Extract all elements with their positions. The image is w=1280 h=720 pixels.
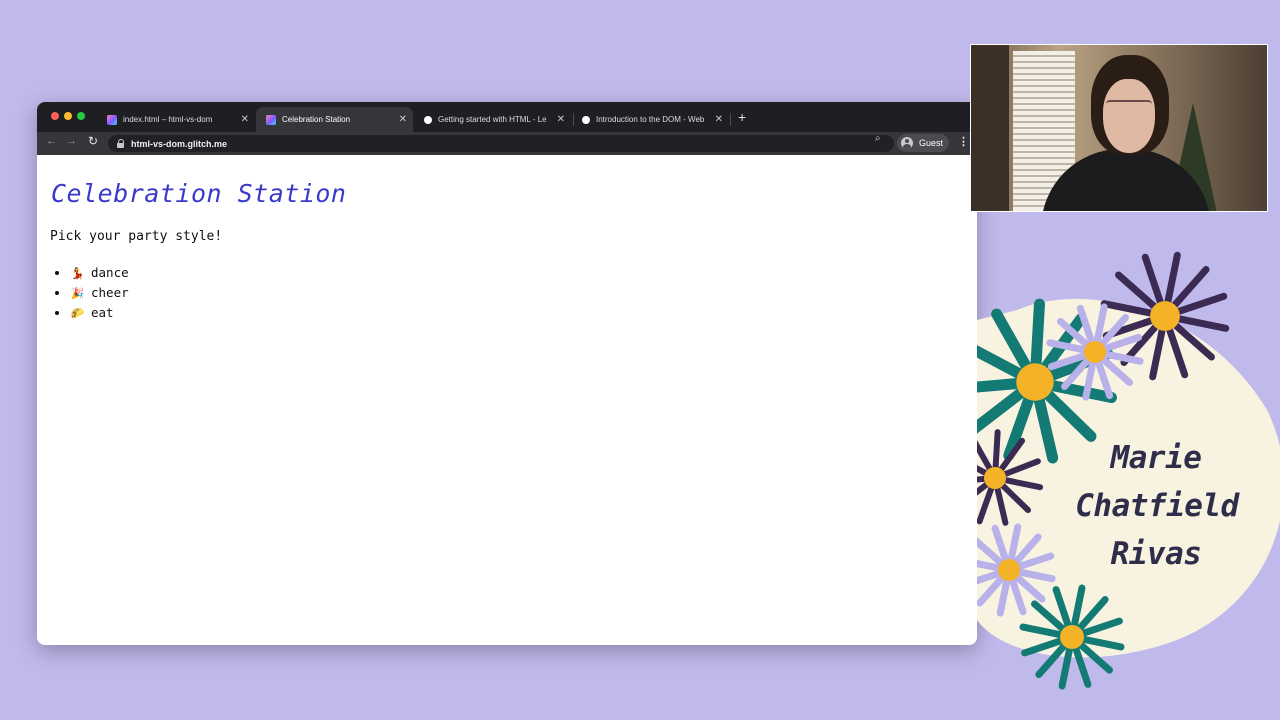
new-tab-button[interactable]: + <box>738 109 746 125</box>
tab-getting-started-html[interactable]: Getting started with HTML - Le ✕ <box>414 107 571 132</box>
close-icon[interactable]: ✕ <box>557 114 565 125</box>
window-close-button[interactable] <box>51 112 59 120</box>
window-minimize-button[interactable] <box>64 112 72 120</box>
webcam-door <box>971 45 1009 211</box>
back-arrow-icon[interactable]: ← <box>46 135 57 147</box>
list-item: 🌮 eat <box>70 303 129 323</box>
tab-intro-dom[interactable]: Introduction to the DOM - Web ✕ <box>572 107 729 132</box>
tab-strip: index.html – html-vs-dom ✕ Celebration S… <box>37 102 977 132</box>
tab-title: Introduction to the DOM - Web <box>596 115 705 124</box>
page-intro: Pick your party style! <box>50 229 223 244</box>
close-icon[interactable]: ✕ <box>241 114 249 125</box>
profile-button[interactable]: Guest <box>897 134 949 152</box>
taco-emoji-icon: 🌮 <box>70 307 85 320</box>
mdn-icon <box>582 115 590 124</box>
tab-title: Celebration Station <box>282 115 351 124</box>
glitch-icon <box>266 114 276 125</box>
tab-title: index.html – html-vs-dom <box>123 115 213 124</box>
list-item: 🎉 cheer <box>70 283 129 303</box>
tab-celebration-station[interactable]: Celebration Station ✕ <box>256 107 413 132</box>
tab-separator <box>730 113 731 126</box>
lock-icon <box>117 139 125 148</box>
window-maximize-button[interactable] <box>77 112 85 120</box>
address-bar[interactable]: html-vs-dom.glitch.me <box>108 135 894 152</box>
dancer-emoji-icon: 💃 <box>70 267 85 280</box>
kebab-menu-icon[interactable]: ⋮ <box>958 135 969 148</box>
list-item-label: cheer <box>91 285 129 300</box>
close-icon[interactable]: ✕ <box>715 114 723 125</box>
mdn-icon <box>424 115 432 124</box>
list-item: 💃 dance <box>70 263 129 283</box>
presenter-name-card: Marie Chatfield Rivas <box>977 240 1280 720</box>
url-text[interactable]: html-vs-dom.glitch.me <box>131 139 227 149</box>
party-popper-emoji-icon: 🎉 <box>70 287 85 300</box>
browser-window: index.html – html-vs-dom ✕ Celebration S… <box>37 102 977 645</box>
tab-title: Getting started with HTML - Le <box>438 115 547 124</box>
party-style-list: 💃 dance 🎉 cheer 🌮 eat <box>50 263 129 323</box>
page-viewport: Celebration Station Pick your party styl… <box>37 155 977 645</box>
presenter-name-middle: Chatfield <box>1075 488 1239 524</box>
flower-decoration <box>977 251 1280 690</box>
profile-label: Guest <box>919 138 944 148</box>
presenter-name-first: Marie <box>1110 440 1202 476</box>
presenter-webcam <box>970 44 1268 212</box>
webcam-person-face <box>1103 79 1155 153</box>
close-icon[interactable]: ✕ <box>399 114 407 125</box>
forward-arrow-icon[interactable]: → <box>66 135 77 147</box>
zoom-icon[interactable]: ⌕ <box>875 133 881 144</box>
webcam-glasses <box>1106 100 1152 112</box>
presenter-name-last: Rivas <box>1110 536 1202 572</box>
reload-icon[interactable]: ↻ <box>88 134 98 148</box>
avatar-icon <box>901 137 913 149</box>
list-item-label: dance <box>91 265 129 280</box>
list-item-label: eat <box>91 305 114 320</box>
tab-index-html[interactable]: index.html – html-vs-dom ✕ <box>97 107 255 132</box>
browser-toolbar: ← → ↻ html-vs-dom.glitch.me ⌕ Guest ⋮ <box>37 132 977 155</box>
glitch-icon <box>107 114 117 125</box>
page-heading: Celebration Station <box>51 179 347 208</box>
